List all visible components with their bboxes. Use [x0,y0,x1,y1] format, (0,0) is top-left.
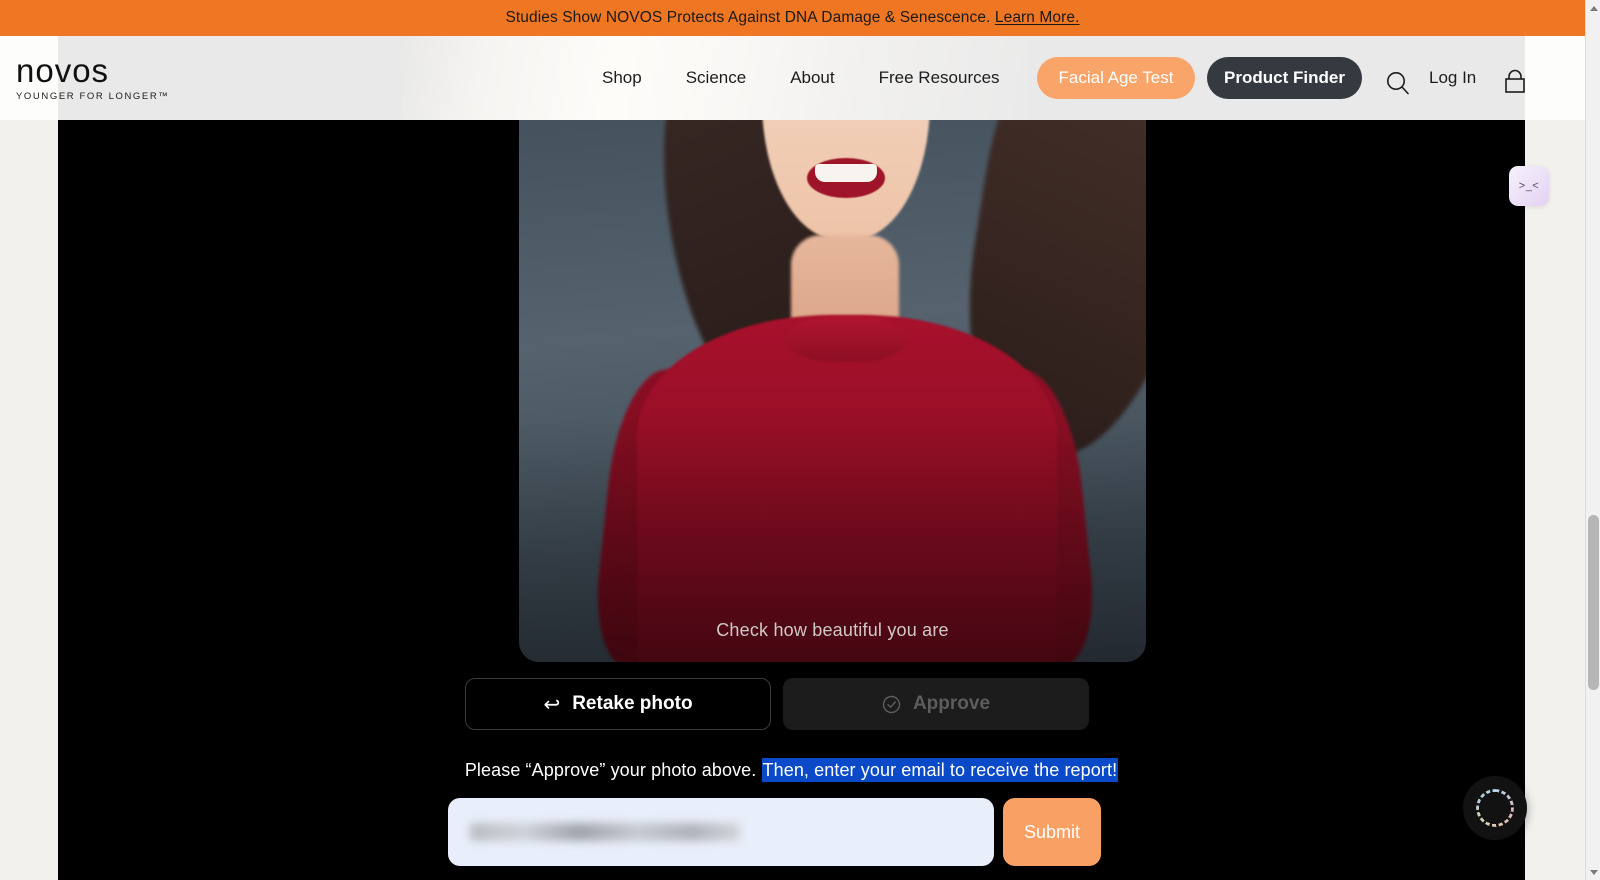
browser-viewport: Studies Show NOVOS Protects Against DNA … [0,0,1600,880]
photo-caption: Check how beautiful you are [716,620,949,640]
learn-more-link[interactable]: Learn More. [995,9,1080,26]
instruction-highlighted: Then, enter your email to receive the re… [761,758,1119,782]
announcement-bar: Studies Show NOVOS Protects Against DNA … [0,0,1585,36]
instruction-text: Please “Approve” your photo above. Then,… [58,758,1525,782]
facial-age-test-panel: Check how beautiful you are ↩ Retake pho… [58,120,1525,880]
submit-button[interactable]: Submit [1003,798,1101,866]
approve-button[interactable]: Approve [783,678,1089,730]
login-link[interactable]: Log In [1429,36,1476,120]
nav-item-free-resources[interactable]: Free Resources [857,68,1022,88]
scroll-down-arrow-icon[interactable] [1586,864,1600,880]
search-icon[interactable] [1382,67,1414,99]
email-form: Submit [448,798,1101,866]
scrollbar-thumb[interactable] [1588,515,1599,690]
email-input[interactable] [448,798,994,866]
logo-tagline: YOUNGER FOR LONGER™ [16,91,170,102]
announcement-text: Studies Show NOVOS Protects Against DNA … [505,9,1079,27]
announcement-message: Studies Show NOVOS Protects Against DNA … [505,9,995,26]
logo-wordmark: novos [16,52,110,89]
site-logo[interactable]: novos YOUNGER FOR LONGER™ [16,52,216,103]
captured-photo: Check how beautiful you are [519,120,1146,662]
facial-age-test-button[interactable]: Facial Age Test [1037,57,1195,99]
photo-actions: ↩ Retake photo Approve [465,678,1092,730]
instruction-plain: Please “Approve” your photo above. [464,760,762,780]
photo-vignette [519,120,1146,662]
check-circle-icon [882,695,901,714]
undo-arrow-icon: ↩ [543,693,561,716]
nav-item-science[interactable]: Science [664,68,768,88]
assistant-ring-icon [1476,789,1514,827]
shopping-bag-icon[interactable] [1501,68,1529,98]
nav-item-about[interactable]: About [768,68,856,88]
site-header: novos YOUNGER FOR LONGER™ Shop Science A… [0,36,1585,120]
main-navigation: Shop Science About Free Resources [580,36,1022,120]
nav-item-shop[interactable]: Shop [580,68,664,88]
assistant-orb-button[interactable] [1463,776,1527,840]
page-scrollbar[interactable] [1585,0,1600,880]
retake-photo-button[interactable]: ↩ Retake photo [465,678,771,730]
retake-photo-label: Retake photo [572,693,693,714]
email-redacted-value [470,823,740,841]
scroll-up-arrow-icon[interactable] [1586,0,1600,16]
product-finder-button[interactable]: Product Finder [1207,57,1362,99]
approve-label: Approve [912,693,991,714]
kaomoji-widget-icon[interactable]: >_< [1509,166,1549,206]
